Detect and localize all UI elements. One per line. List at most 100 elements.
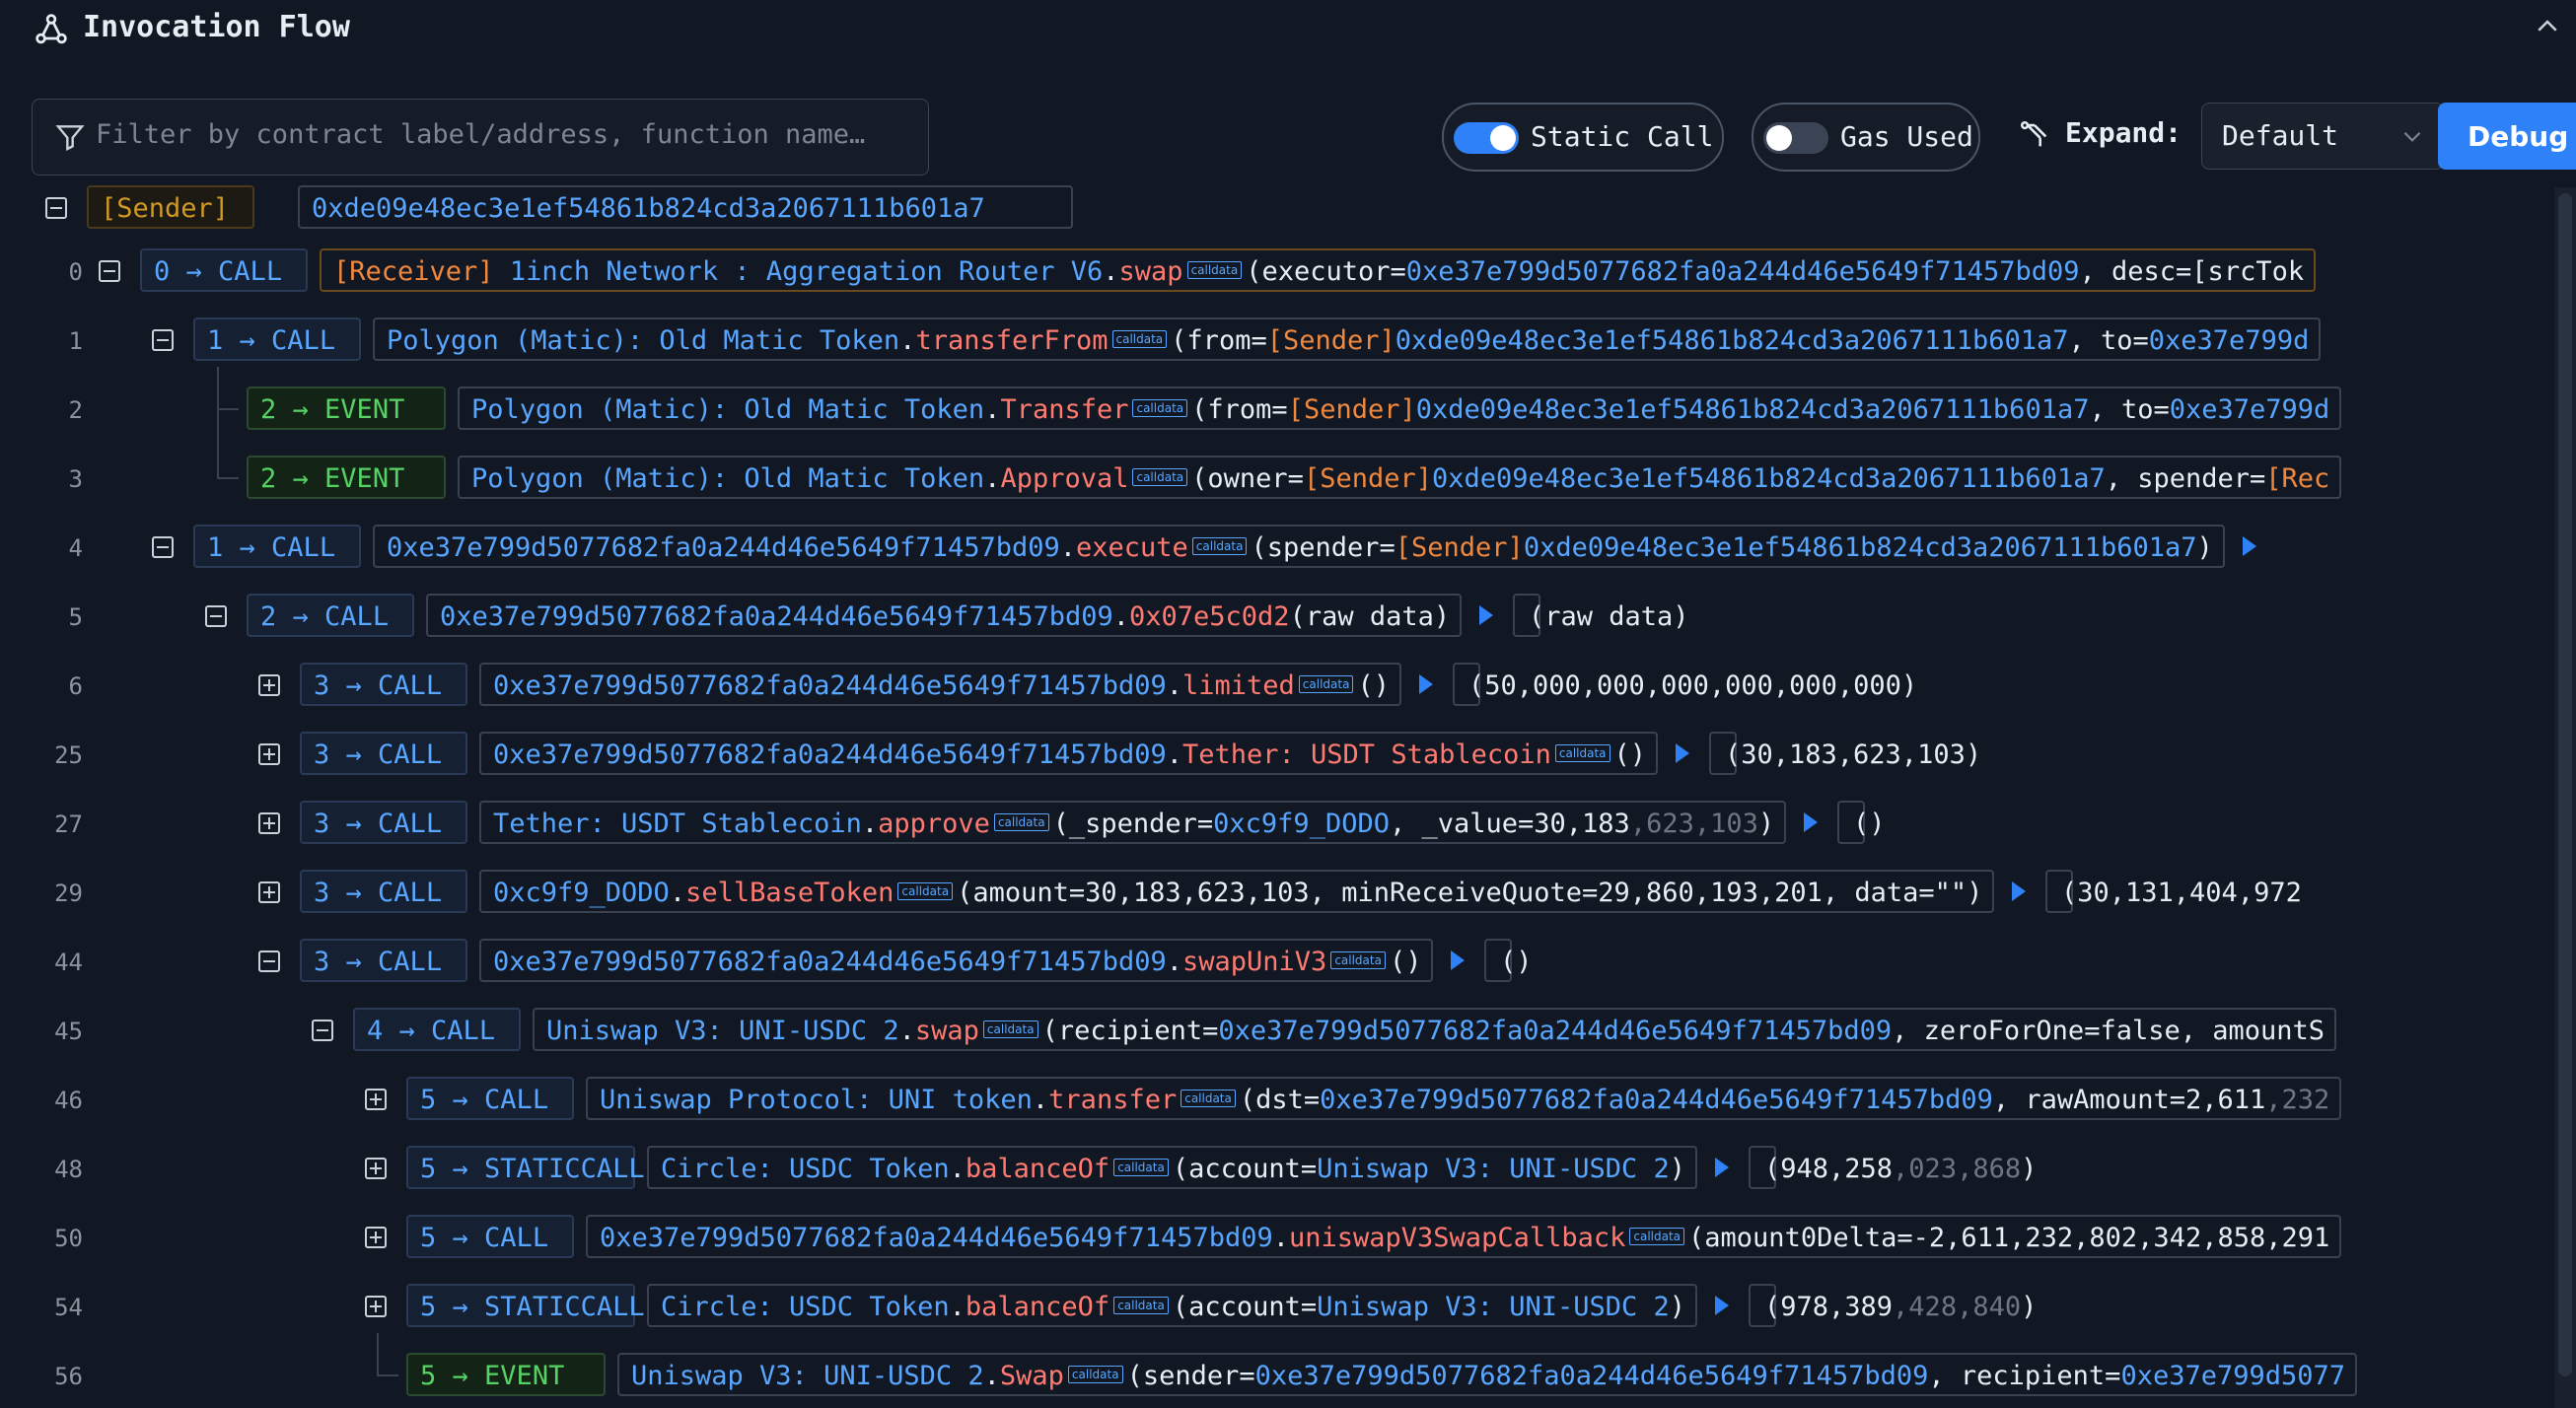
gas-used-toggle[interactable]: Gas Used bbox=[1752, 103, 1980, 172]
arg-address[interactable]: 0xe37e799d5077682fa0a244d46e5649f71457bd… bbox=[1255, 1361, 1929, 1391]
call-detail[interactable]: 0xe37e799d5077682fa0a244d46e5649f71457bd… bbox=[426, 594, 1462, 637]
expand-result-icon[interactable] bbox=[1479, 605, 1493, 625]
collapse-toggle[interactable] bbox=[258, 950, 280, 972]
calldata-badge[interactable]: calldata bbox=[993, 812, 1049, 831]
method-name[interactable]: limited bbox=[1182, 670, 1295, 701]
vertical-scrollbar[interactable] bbox=[2554, 187, 2576, 1408]
collapse-toggle[interactable] bbox=[205, 605, 227, 627]
expand-toggle[interactable] bbox=[258, 881, 280, 903]
collapse-toggle[interactable] bbox=[99, 260, 120, 282]
contract-label[interactable]: Polygon (Matic): Old Matic Token bbox=[471, 463, 984, 494]
expand-toggle[interactable] bbox=[258, 743, 280, 765]
contract-label[interactable]: 0xe37e799d5077682fa0a244d46e5649f71457bd… bbox=[493, 947, 1167, 977]
contract-label[interactable]: 0xe37e799d5077682fa0a244d46e5649f71457bd… bbox=[440, 601, 1113, 632]
static-call-toggle[interactable]: Static Call bbox=[1442, 103, 1724, 172]
calldata-badge[interactable]: calldata bbox=[1330, 950, 1386, 969]
collapse-toggle[interactable] bbox=[152, 536, 174, 558]
calldata-badge[interactable]: calldata bbox=[1298, 674, 1354, 693]
arg-address[interactable]: 0xc9f9_DODO bbox=[1213, 809, 1390, 839]
call-detail[interactable]: Polygon (Matic): Old Matic Token.Transfe… bbox=[458, 387, 2341, 430]
method-name[interactable]: Transfer bbox=[1000, 394, 1128, 425]
calldata-badge[interactable]: calldata bbox=[1113, 1296, 1169, 1314]
calldata-badge[interactable]: calldata bbox=[1554, 743, 1610, 762]
contract-label[interactable]: 0xc9f9_DODO bbox=[493, 878, 670, 908]
method-name[interactable]: balanceOf bbox=[966, 1292, 1109, 1322]
contract-label[interactable]: Circle: USDC Token bbox=[661, 1292, 950, 1322]
calldata-badge[interactable]: calldata bbox=[982, 1020, 1038, 1038]
contract-label[interactable]: Tether: USDT Stablecoin bbox=[493, 809, 862, 839]
arg-address[interactable]: 0xe37e799d5077682fa0a244d46e5649f71457bd… bbox=[1320, 1085, 1993, 1115]
scrollbar-thumb[interactable] bbox=[2558, 193, 2572, 1376]
contract-label[interactable]: 0xe37e799d5077682fa0a244d46e5649f71457bd… bbox=[387, 532, 1060, 563]
expand-select[interactable]: Default bbox=[2201, 103, 2444, 170]
contract-label[interactable]: 0xe37e799d5077682fa0a244d46e5649f71457bd… bbox=[493, 670, 1167, 701]
call-detail[interactable]: Polygon (Matic): Old Matic Token.Approva… bbox=[458, 456, 2341, 499]
call-detail[interactable]: Uniswap Protocol: UNI token.transfer call… bbox=[586, 1077, 2341, 1120]
contract-label[interactable]: Polygon (Matic): Old Matic Token bbox=[387, 325, 899, 356]
expand-result-icon[interactable] bbox=[2012, 881, 2026, 901]
call-detail[interactable]: 0xe37e799d5077682fa0a244d46e5649f71457bd… bbox=[586, 1215, 2341, 1258]
call-detail[interactable]: Uniswap V3: UNI-USDC 2.Swap calldata (send… bbox=[617, 1353, 2357, 1396]
contract-label[interactable]: 0xe37e799d5077682fa0a244d46e5649f71457bd… bbox=[600, 1223, 1273, 1253]
call-detail[interactable]: 0xc9f9_DODO.sellBaseToken calldata (amount… bbox=[479, 870, 1994, 913]
call-detail[interactable]: Circle: USDC Token.balanceOf calldata (acc… bbox=[647, 1284, 1697, 1327]
method-name[interactable]: Tether: USDT Stablecoin bbox=[1182, 739, 1551, 770]
contract-label[interactable]: Circle: USDC Token bbox=[661, 1154, 950, 1184]
debug-button[interactable]: Debug bbox=[2438, 103, 2576, 170]
arg-address[interactable]: 0xe37e799d bbox=[2149, 325, 2310, 356]
method-name[interactable]: swap bbox=[1119, 256, 1183, 287]
filter-input[interactable]: Filter by contract label/address, functi… bbox=[32, 99, 929, 176]
expand-toggle[interactable] bbox=[258, 674, 280, 696]
calldata-badge[interactable]: calldata bbox=[1111, 329, 1168, 348]
expand-toggle[interactable] bbox=[365, 1158, 387, 1179]
call-detail[interactable]: Tether: USDT Stablecoin.approve calldata(… bbox=[479, 801, 1786, 844]
contract-label[interactable]: 0xe37e799d5077682fa0a244d46e5649f71457bd… bbox=[493, 739, 1167, 770]
method-name[interactable]: Approval bbox=[1000, 463, 1128, 494]
call-detail[interactable]: 0xe37e799d5077682fa0a244d46e5649f71457bd… bbox=[479, 663, 1401, 706]
arg-address[interactable]: 0xe37e799d bbox=[2170, 394, 2330, 425]
expand-result-icon[interactable] bbox=[1451, 950, 1465, 970]
calldata-badge[interactable]: calldata bbox=[897, 881, 954, 900]
arg-address[interactable]: Uniswap V3: UNI-USDC 2 bbox=[1317, 1292, 1670, 1322]
method-name[interactable]: swapUniV3 bbox=[1182, 947, 1326, 977]
expand-toggle[interactable] bbox=[365, 1296, 387, 1317]
method-name[interactable]: execute bbox=[1076, 532, 1188, 563]
call-detail[interactable]: 0xe37e799d5077682fa0a244d46e5649f71457bd… bbox=[479, 732, 1658, 775]
call-detail[interactable]: 0xe37e799d5077682fa0a244d46e5649f71457bd… bbox=[479, 939, 1433, 982]
expand-result-icon[interactable] bbox=[1715, 1296, 1729, 1315]
expand-result-icon[interactable] bbox=[1419, 674, 1433, 694]
expand-toggle[interactable] bbox=[365, 1089, 387, 1110]
gas-used-switch[interactable] bbox=[1763, 122, 1828, 154]
calldata-badge[interactable]: calldata bbox=[1132, 467, 1188, 486]
method-name[interactable]: swap bbox=[915, 1016, 979, 1046]
method-name[interactable]: 0x07e5c0d2 bbox=[1129, 601, 1290, 632]
contract-label[interactable]: Polygon (Matic): Old Matic Token bbox=[471, 394, 984, 425]
static-call-switch[interactable] bbox=[1454, 122, 1519, 154]
method-name[interactable]: Swap bbox=[1000, 1361, 1064, 1391]
collapse-panel-icon[interactable] bbox=[2533, 12, 2562, 41]
arg-address[interactable]: Uniswap V3: UNI-USDC 2 bbox=[1317, 1154, 1670, 1184]
expand-result-icon[interactable] bbox=[1804, 812, 1818, 832]
call-detail[interactable]: Polygon (Matic): Old Matic Token.transfe… bbox=[373, 317, 2321, 361]
expand-result-icon[interactable] bbox=[1715, 1158, 1729, 1177]
method-name[interactable]: transferFrom bbox=[915, 325, 1108, 356]
arg-address[interactable]: 0xde09e48ec3e1ef54861b824cd3a2067111b601… bbox=[1432, 463, 2106, 494]
expand-toggle[interactable] bbox=[365, 1227, 387, 1248]
method-name[interactable]: approve bbox=[878, 809, 990, 839]
call-detail[interactable]: 0xe37e799d5077682fa0a244d46e5649f71457bd… bbox=[373, 525, 2225, 568]
arg-address[interactable]: 0xde09e48ec3e1ef54861b824cd3a2067111b601… bbox=[1416, 394, 2090, 425]
calldata-badge[interactable]: calldata bbox=[1629, 1227, 1685, 1245]
arg-address[interactable]: 0xe37e799d5077682fa0a244d46e5649f71457bd… bbox=[1406, 256, 2080, 287]
expand-result-icon[interactable] bbox=[1676, 743, 1689, 763]
calldata-badge[interactable]: calldata bbox=[1067, 1365, 1123, 1383]
calldata-badge[interactable]: calldata bbox=[1181, 1089, 1236, 1107]
calldata-badge[interactable]: calldata bbox=[1113, 1158, 1169, 1176]
contract-label[interactable]: 1inch Network : Aggregation Router V6 bbox=[510, 256, 1103, 287]
arg-address[interactable]: 0xe37e799d5077682fa0a244d46e5649f71457bd… bbox=[1218, 1016, 1892, 1046]
calldata-badge[interactable]: calldata bbox=[1191, 536, 1248, 555]
contract-label[interactable]: Uniswap V3: UNI-USDC 2 bbox=[631, 1361, 984, 1391]
collapse-toggle[interactable] bbox=[152, 329, 174, 351]
expand-toggle[interactable] bbox=[258, 812, 280, 834]
arg-address[interactable]: 0xde09e48ec3e1ef54861b824cd3a2067111b601… bbox=[1524, 532, 2197, 563]
method-name[interactable]: uniswapV3SwapCallback bbox=[1289, 1223, 1625, 1253]
